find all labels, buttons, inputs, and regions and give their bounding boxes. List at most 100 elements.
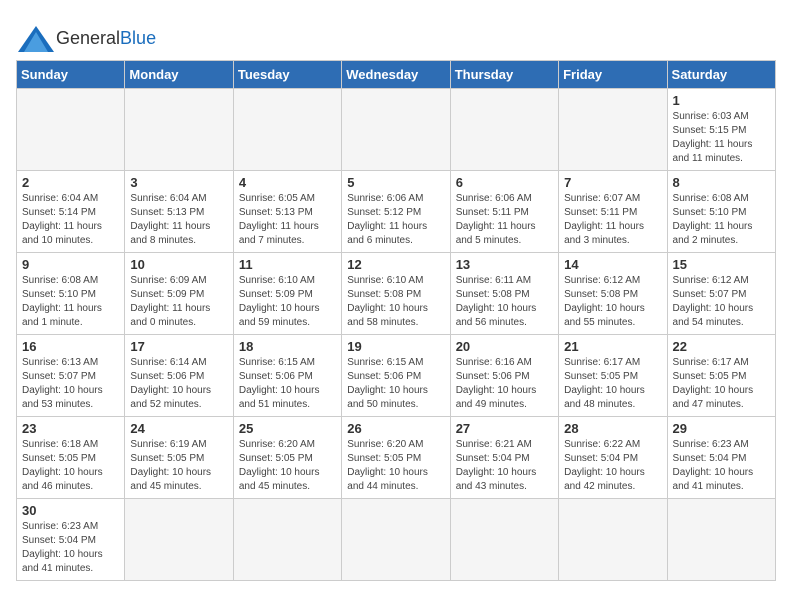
day-info: Sunrise: 6:06 AMSunset: 5:11 PMDaylight:… bbox=[456, 192, 553, 248]
calendar-cell: 2 Sunrise: 6:04 AMSunset: 5:14 PMDaylight… bbox=[17, 171, 125, 253]
calendar-cell: 26Sunrise: 6:20 AMSunset: 5:05 PMDayligh… bbox=[342, 417, 450, 499]
day-header-tuesday: Tuesday bbox=[233, 61, 341, 89]
day-info: Sunrise: 6:08 AMSunset: 5:10 PMDaylight:… bbox=[22, 274, 119, 330]
day-header-thursday: Thursday bbox=[450, 61, 558, 89]
calendar-cell: 20 Sunrise: 6:16 AMSunset: 5:06 PMDayligh… bbox=[450, 335, 558, 417]
calendar-cell bbox=[342, 89, 450, 171]
day-info: Sunrise: 6:23 AMSunset: 5:04 PMDaylight:… bbox=[673, 438, 770, 494]
calendar-cell: 11 Sunrise: 6:10 AMSunset: 5:09 PMDayligh… bbox=[233, 253, 341, 335]
calendar-cell bbox=[667, 499, 775, 581]
day-info: Sunrise: 6:08 AMSunset: 5:10 PMDaylight:… bbox=[673, 192, 770, 248]
day-number: 6 bbox=[456, 175, 553, 190]
day-number: 10 bbox=[130, 257, 227, 272]
day-info: Sunrise: 6:10 AMSunset: 5:09 PMDaylight:… bbox=[239, 274, 336, 330]
calendar-cell: 13Sunrise: 6:11 AMSunset: 5:08 PMDayligh… bbox=[450, 253, 558, 335]
calendar-cell: 7 Sunrise: 6:07 AMSunset: 5:11 PMDaylight… bbox=[559, 171, 667, 253]
calendar-cell: 10 Sunrise: 6:09 AMSunset: 5:09 PMDayligh… bbox=[125, 253, 233, 335]
calendar-cell: 6 Sunrise: 6:06 AMSunset: 5:11 PMDaylight… bbox=[450, 171, 558, 253]
calendar-cell: 22Sunrise: 6:17 AMSunset: 5:05 PMDayligh… bbox=[667, 335, 775, 417]
calendar-cell: 21 Sunrise: 6:17 AMSunset: 5:05 PMDayligh… bbox=[559, 335, 667, 417]
day-number: 19 bbox=[347, 339, 444, 354]
calendar-cell bbox=[233, 89, 341, 171]
day-number: 18 bbox=[239, 339, 336, 354]
logo-icon bbox=[16, 24, 52, 52]
calendar-cell bbox=[233, 499, 341, 581]
calendar-week-row: 9 Sunrise: 6:08 AMSunset: 5:10 PMDaylight… bbox=[17, 253, 776, 335]
calendar-cell: 28Sunrise: 6:22 AMSunset: 5:04 PMDayligh… bbox=[559, 417, 667, 499]
day-info: Sunrise: 6:18 AMSunset: 5:05 PMDaylight:… bbox=[22, 438, 119, 494]
day-info: Sunrise: 6:16 AMSunset: 5:06 PMDaylight:… bbox=[456, 356, 553, 412]
day-info: Sunrise: 6:06 AMSunset: 5:12 PMDaylight:… bbox=[347, 192, 444, 248]
calendar-cell: 27Sunrise: 6:21 AMSunset: 5:04 PMDayligh… bbox=[450, 417, 558, 499]
logo: GeneralBlue bbox=[16, 24, 156, 52]
day-info: Sunrise: 6:22 AMSunset: 5:04 PMDaylight:… bbox=[564, 438, 661, 494]
calendar-cell: 29 Sunrise: 6:23 AMSunset: 5:04 PMDayligh… bbox=[667, 417, 775, 499]
calendar-week-row: 1Sunrise: 6:03 AMSunset: 5:15 PMDaylight… bbox=[17, 89, 776, 171]
calendar-week-row: 23Sunrise: 6:18 AMSunset: 5:05 PMDayligh… bbox=[17, 417, 776, 499]
day-info: Sunrise: 6:03 AMSunset: 5:15 PMDaylight:… bbox=[673, 110, 770, 166]
calendar-cell: 3 Sunrise: 6:04 AMSunset: 5:13 PMDaylight… bbox=[125, 171, 233, 253]
day-info: Sunrise: 6:04 AMSunset: 5:13 PMDaylight:… bbox=[130, 192, 227, 248]
calendar-header-row: SundayMondayTuesdayWednesdayThursdayFrid… bbox=[17, 61, 776, 89]
calendar-cell: 19 Sunrise: 6:15 AMSunset: 5:06 PMDayligh… bbox=[342, 335, 450, 417]
calendar-cell: 25 Sunrise: 6:20 AMSunset: 5:05 PMDayligh… bbox=[233, 417, 341, 499]
calendar-cell: 18 Sunrise: 6:15 AMSunset: 5:06 PMDayligh… bbox=[233, 335, 341, 417]
day-number: 27 bbox=[456, 421, 553, 436]
calendar-cell: 5Sunrise: 6:06 AMSunset: 5:12 PMDaylight… bbox=[342, 171, 450, 253]
calendar-cell bbox=[559, 89, 667, 171]
day-number: 2 bbox=[22, 175, 119, 190]
calendar-cell bbox=[125, 89, 233, 171]
day-header-monday: Monday bbox=[125, 61, 233, 89]
day-number: 3 bbox=[130, 175, 227, 190]
day-number: 16 bbox=[22, 339, 119, 354]
day-info: Sunrise: 6:23 AMSunset: 5:04 PMDaylight:… bbox=[22, 520, 119, 576]
calendar-week-row: 16 Sunrise: 6:13 AMSunset: 5:07 PMDayligh… bbox=[17, 335, 776, 417]
calendar-cell: 17 Sunrise: 6:14 AMSunset: 5:06 PMDayligh… bbox=[125, 335, 233, 417]
day-info: Sunrise: 6:10 AMSunset: 5:08 PMDaylight:… bbox=[347, 274, 444, 330]
day-header-saturday: Saturday bbox=[667, 61, 775, 89]
day-number: 24 bbox=[130, 421, 227, 436]
calendar-cell bbox=[17, 89, 125, 171]
day-info: Sunrise: 6:17 AMSunset: 5:05 PMDaylight:… bbox=[564, 356, 661, 412]
day-number: 20 bbox=[456, 339, 553, 354]
day-number: 15 bbox=[673, 257, 770, 272]
day-number: 9 bbox=[22, 257, 119, 272]
header: GeneralBlue bbox=[16, 16, 776, 52]
day-number: 25 bbox=[239, 421, 336, 436]
day-info: Sunrise: 6:07 AMSunset: 5:11 PMDaylight:… bbox=[564, 192, 661, 248]
day-number: 17 bbox=[130, 339, 227, 354]
day-header-sunday: Sunday bbox=[17, 61, 125, 89]
day-info: Sunrise: 6:14 AMSunset: 5:06 PMDaylight:… bbox=[130, 356, 227, 412]
calendar-week-row: 2 Sunrise: 6:04 AMSunset: 5:14 PMDaylight… bbox=[17, 171, 776, 253]
day-info: Sunrise: 6:20 AMSunset: 5:05 PMDaylight:… bbox=[347, 438, 444, 494]
day-info: Sunrise: 6:04 AMSunset: 5:14 PMDaylight:… bbox=[22, 192, 119, 248]
day-number: 7 bbox=[564, 175, 661, 190]
calendar: SundayMondayTuesdayWednesdayThursdayFrid… bbox=[16, 60, 776, 581]
calendar-cell: 8 Sunrise: 6:08 AMSunset: 5:10 PMDaylight… bbox=[667, 171, 775, 253]
day-info: Sunrise: 6:09 AMSunset: 5:09 PMDaylight:… bbox=[130, 274, 227, 330]
calendar-cell: 15 Sunrise: 6:12 AMSunset: 5:07 PMDayligh… bbox=[667, 253, 775, 335]
calendar-cell: 12 Sunrise: 6:10 AMSunset: 5:08 PMDayligh… bbox=[342, 253, 450, 335]
day-number: 11 bbox=[239, 257, 336, 272]
calendar-cell: 4Sunrise: 6:05 AMSunset: 5:13 PMDaylight… bbox=[233, 171, 341, 253]
day-number: 14 bbox=[564, 257, 661, 272]
calendar-cell: 30Sunrise: 6:23 AMSunset: 5:04 PMDayligh… bbox=[17, 499, 125, 581]
day-number: 8 bbox=[673, 175, 770, 190]
day-number: 29 bbox=[673, 421, 770, 436]
day-header-wednesday: Wednesday bbox=[342, 61, 450, 89]
day-info: Sunrise: 6:12 AMSunset: 5:08 PMDaylight:… bbox=[564, 274, 661, 330]
day-info: Sunrise: 6:12 AMSunset: 5:07 PMDaylight:… bbox=[673, 274, 770, 330]
calendar-cell bbox=[559, 499, 667, 581]
day-number: 21 bbox=[564, 339, 661, 354]
day-info: Sunrise: 6:05 AMSunset: 5:13 PMDaylight:… bbox=[239, 192, 336, 248]
day-number: 12 bbox=[347, 257, 444, 272]
calendar-cell: 9 Sunrise: 6:08 AMSunset: 5:10 PMDaylight… bbox=[17, 253, 125, 335]
calendar-cell bbox=[125, 499, 233, 581]
logo-text: GeneralBlue bbox=[56, 29, 156, 47]
day-info: Sunrise: 6:15 AMSunset: 5:06 PMDaylight:… bbox=[239, 356, 336, 412]
day-info: Sunrise: 6:15 AMSunset: 5:06 PMDaylight:… bbox=[347, 356, 444, 412]
calendar-cell: 1Sunrise: 6:03 AMSunset: 5:15 PMDaylight… bbox=[667, 89, 775, 171]
calendar-cell bbox=[450, 89, 558, 171]
day-info: Sunrise: 6:20 AMSunset: 5:05 PMDaylight:… bbox=[239, 438, 336, 494]
day-info: Sunrise: 6:13 AMSunset: 5:07 PMDaylight:… bbox=[22, 356, 119, 412]
